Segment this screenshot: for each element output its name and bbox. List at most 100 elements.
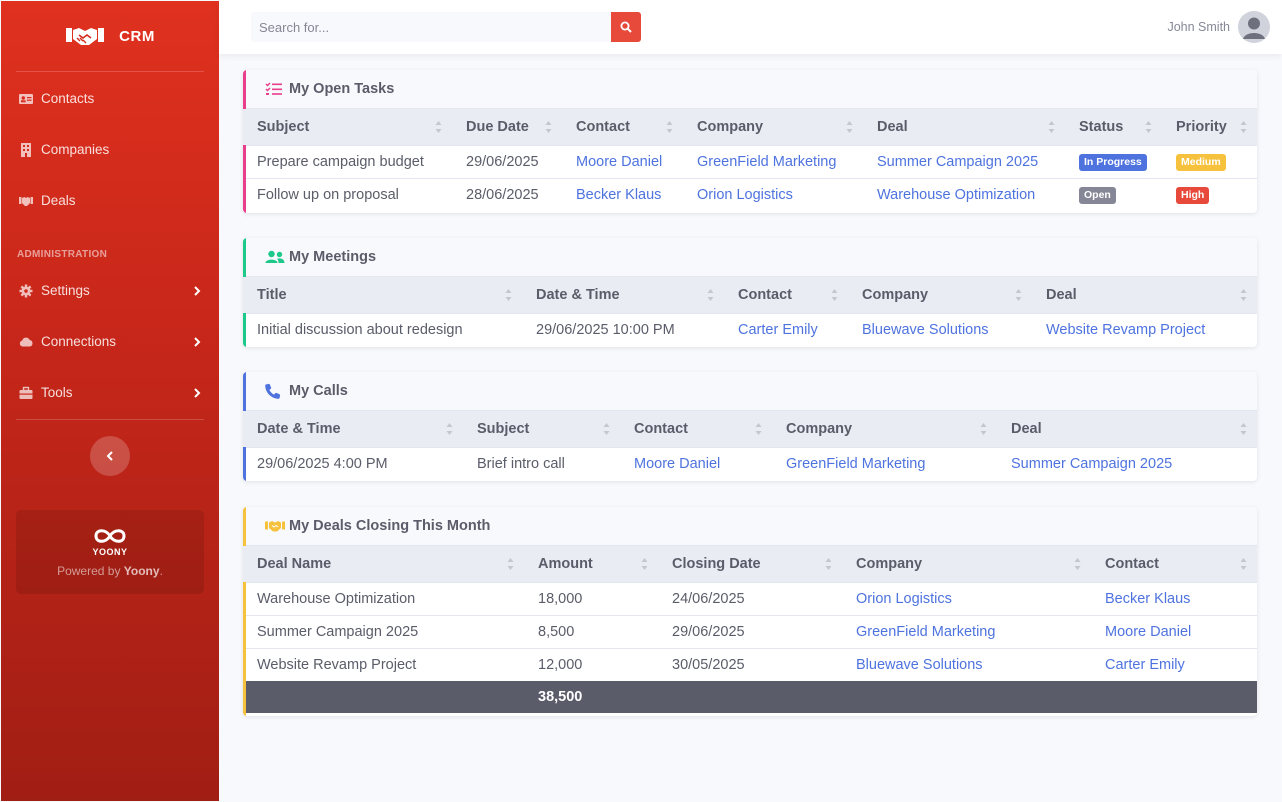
total-row: 38,500	[243, 681, 1257, 713]
deals-total-amount: 38,500	[524, 681, 658, 713]
column-header-date-time[interactable]: Date & Time	[243, 411, 463, 448]
user-name: John Smith	[1167, 20, 1230, 34]
column-header-company[interactable]: Company	[842, 546, 1091, 583]
contact-link[interactable]: Becker Klaus	[1091, 581, 1257, 615]
column-header-amount[interactable]: Amount	[524, 546, 658, 583]
search-button[interactable]	[611, 12, 641, 42]
card-title: My Deals Closing This Month	[289, 518, 491, 534]
column-header-deal[interactable]: Deal	[997, 411, 1257, 448]
yoony-logo-icon	[94, 529, 126, 543]
column-header-subject[interactable]: Subject	[463, 411, 620, 448]
column-header-deal[interactable]: Deal	[863, 109, 1065, 146]
sidebar-toggle-wrap	[1, 420, 219, 492]
table-row: Website Revamp Project 12,000 30/05/2025…	[243, 647, 1257, 681]
column-header-contact[interactable]: Contact	[620, 411, 772, 448]
address-card-icon	[18, 91, 33, 106]
sort-icon	[603, 423, 610, 435]
powered-by-box: YOONY Powered by Yoony.	[16, 510, 204, 594]
company-link[interactable]: Bluewave Solutions	[848, 312, 1032, 346]
sidebar-item-settings[interactable]: Settings	[1, 265, 219, 316]
company-link[interactable]: Bluewave Solutions	[842, 647, 1091, 681]
column-header-due-date[interactable]: Due Date	[452, 109, 562, 146]
deal-link[interactable]: Summer Campaign 2025	[997, 446, 1257, 480]
sidebar-toggle-button[interactable]	[90, 436, 130, 476]
deals-table: Deal Name Amount Closing Date Company Co…	[243, 546, 1257, 713]
search-input[interactable]	[251, 12, 611, 42]
contact-link[interactable]: Becker Klaus	[562, 177, 683, 211]
column-header-subject[interactable]: Subject	[243, 109, 452, 146]
column-header-contact[interactable]: Contact	[724, 277, 848, 314]
deal-amount: 8,500	[524, 614, 658, 648]
column-header-priority[interactable]: Priority	[1162, 109, 1257, 146]
sort-icon	[1240, 121, 1247, 133]
open-tasks-card: My Open Tasks Subject Due Date Contact C…	[243, 70, 1257, 213]
deal-link[interactable]: Summer Campaign 2025	[863, 144, 1065, 178]
user-menu[interactable]: John Smith	[1167, 11, 1270, 43]
contact-link[interactable]: Carter Emily	[1091, 647, 1257, 681]
meeting-date-time: 29/06/2025 10:00 PM	[522, 312, 724, 346]
sort-icon	[666, 121, 673, 133]
sort-icon	[1240, 289, 1247, 301]
deal-link[interactable]: Warehouse Optimization	[863, 177, 1065, 211]
toolbox-icon	[18, 385, 33, 400]
column-header-date-time[interactable]: Date & Time	[522, 277, 724, 314]
company-link[interactable]: Orion Logistics	[842, 581, 1091, 615]
column-header-title[interactable]: Title	[243, 277, 522, 314]
sidebar-item-companies[interactable]: Companies	[1, 124, 219, 175]
company-link[interactable]: Orion Logistics	[683, 177, 863, 211]
brand[interactable]: CRM	[1, 1, 219, 71]
sidebar-item-connections[interactable]: Connections	[1, 316, 219, 367]
card-title: My Meetings	[289, 249, 377, 265]
sort-icon	[1240, 423, 1247, 435]
powered-by-link[interactable]: Yoony	[124, 564, 160, 578]
sidebar-item-label: Tools	[41, 385, 73, 400]
table-row: Initial discussion about redesign 29/06/…	[243, 312, 1257, 346]
call-date-time: 29/06/2025 4:00 PM	[243, 446, 463, 480]
task-due-date: 28/06/2025	[452, 177, 562, 211]
sidebar-item-deals[interactable]: Deals	[1, 175, 219, 226]
contact-link[interactable]: Moore Daniel	[1091, 614, 1257, 648]
user-avatar-icon	[1238, 11, 1270, 43]
column-header-company[interactable]: Company	[683, 109, 863, 146]
sidebar-item-label: Companies	[41, 142, 110, 157]
meeting-title: Initial discussion about redesign	[243, 312, 522, 346]
sort-icon	[1240, 558, 1247, 570]
sort-icon	[846, 121, 853, 133]
sort-icon	[641, 558, 648, 570]
brand-name: CRM	[119, 27, 155, 45]
column-header-company[interactable]: Company	[848, 277, 1032, 314]
column-header-company[interactable]: Company	[772, 411, 997, 448]
gear-icon	[18, 283, 33, 298]
contact-link[interactable]: Moore Daniel	[620, 446, 772, 480]
avatar	[1238, 11, 1270, 43]
column-header-contact[interactable]: Contact	[1091, 546, 1257, 583]
sort-icon	[1145, 121, 1152, 133]
deal-link[interactable]: Website Revamp Project	[1032, 312, 1257, 346]
meetings-card: My Meetings Title Date & Time Contact Co…	[243, 238, 1257, 347]
column-header-deal-name[interactable]: Deal Name	[243, 546, 524, 583]
card-header: My Meetings	[243, 238, 1257, 277]
search-icon	[620, 21, 632, 33]
column-header-contact[interactable]: Contact	[562, 109, 683, 146]
deals-closing-card: My Deals Closing This Month Deal Name Am…	[243, 507, 1257, 716]
powered-by-text: Powered by Yoony.	[57, 564, 163, 578]
sort-icon	[825, 558, 832, 570]
status-badge: Open	[1079, 186, 1116, 204]
sidebar-item-contacts[interactable]: Contacts	[1, 73, 219, 124]
deal-name: Website Revamp Project	[243, 647, 524, 681]
table-row: Prepare campaign budget 29/06/2025 Moore…	[243, 144, 1257, 178]
company-link[interactable]: GreenField Marketing	[772, 446, 997, 480]
contact-link[interactable]: Carter Emily	[724, 312, 848, 346]
deal-closing-date: 24/06/2025	[658, 581, 842, 615]
sort-icon	[505, 289, 512, 301]
column-header-deal[interactable]: Deal	[1032, 277, 1257, 314]
task-subject: Prepare campaign budget	[243, 144, 452, 178]
column-header-closing-date[interactable]: Closing Date	[658, 546, 842, 583]
contact-link[interactable]: Moore Daniel	[562, 144, 683, 178]
company-link[interactable]: GreenField Marketing	[683, 144, 863, 178]
sidebar-divider	[16, 71, 204, 72]
handshake-icon	[66, 28, 105, 45]
sidebar-item-tools[interactable]: Tools	[1, 367, 219, 418]
company-link[interactable]: GreenField Marketing	[842, 614, 1091, 648]
column-header-status[interactable]: Status	[1065, 109, 1162, 146]
